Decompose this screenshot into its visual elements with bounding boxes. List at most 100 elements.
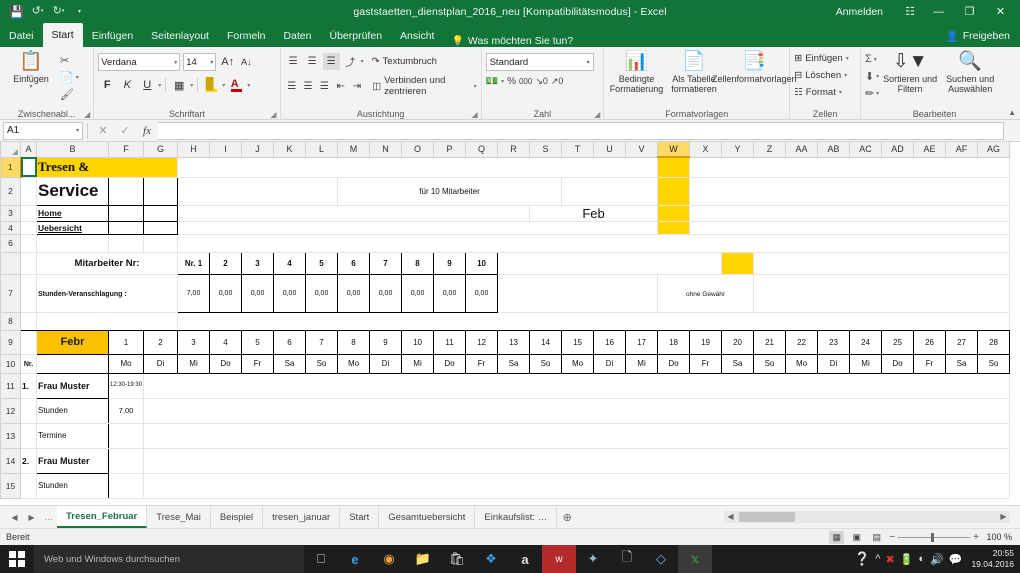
cell-emp1-stunden-value[interactable]: 7,00 — [107, 397, 145, 424]
help-icon[interactable]: ❔ — [854, 551, 870, 567]
borders-button[interactable]: ▦ — [170, 76, 188, 94]
taskbar-search-input[interactable]: Web und Windows durchsuchen — [34, 545, 304, 573]
cell-A2[interactable] — [20, 176, 37, 206]
col-header-U[interactable]: U — [593, 142, 627, 158]
cell-nr-1[interactable]: Nr. 1 — [177, 251, 211, 275]
bold-button[interactable]: F — [98, 76, 116, 94]
cell-day-12[interactable]: 12 — [465, 329, 499, 355]
cell-B10[interactable] — [36, 353, 109, 374]
app-icon[interactable]: ✦ — [576, 545, 610, 573]
chevron-down-icon[interactable]: ▾ — [158, 82, 161, 89]
fill-color-button[interactable]: █ — [202, 76, 220, 94]
select-all-corner[interactable] — [0, 142, 21, 158]
row-header-6[interactable]: 6 — [0, 233, 21, 253]
horizontal-scrollbar[interactable]: ◀ ▶ — [724, 511, 1020, 523]
cell-emp2-name[interactable]: Frau Muster — [36, 447, 109, 474]
col-header-L[interactable]: L — [305, 142, 339, 158]
amazon-icon[interactable]: a — [508, 545, 542, 573]
align-top-button[interactable]: ☰ — [285, 53, 302, 70]
cell-home-link[interactable]: Home — [36, 204, 109, 222]
cell-nr-5[interactable]: 5 — [305, 251, 339, 275]
sheet-tab-beispiel[interactable]: Beispiel — [211, 506, 264, 528]
col-header-S[interactable]: S — [529, 142, 563, 158]
cell-A6[interactable] — [20, 233, 37, 253]
edge-icon[interactable]: e — [338, 545, 372, 573]
cell-tresen-title[interactable]: Tresen & — [35, 156, 179, 178]
chevron-down-icon[interactable]: ▾ — [247, 82, 250, 89]
cell-row1-right[interactable] — [689, 156, 1011, 178]
row-header-13[interactable]: 13 — [0, 422, 21, 449]
insert-function-button[interactable]: fx — [136, 125, 158, 137]
cell-emp1-termine-label[interactable]: Termine — [36, 422, 109, 449]
cell-wd-21[interactable]: So — [753, 353, 787, 374]
col-header-AD[interactable]: AD — [881, 142, 915, 158]
cell-nr-8[interactable]: 8 — [401, 251, 435, 275]
wifi-icon[interactable]: ◐ — [918, 553, 925, 565]
merge-center-button[interactable]: ◫ Verbinden und zentrieren ▾ — [372, 75, 477, 97]
row-header-7[interactable]: 7 — [0, 273, 21, 313]
cell-G3[interactable] — [143, 204, 179, 222]
taskbar-clock[interactable]: 20:55 19.04.2016 — [967, 548, 1014, 569]
cell-day-27[interactable]: 27 — [945, 329, 979, 355]
cell-emp1-stunden-nr[interactable] — [20, 397, 37, 424]
tab-daten[interactable]: Daten — [274, 25, 320, 47]
row-header-9[interactable]: 9 — [0, 329, 21, 355]
ribbon-display-options-icon[interactable]: ☷ — [897, 5, 923, 18]
col-header-T[interactable]: T — [561, 142, 595, 158]
battery-icon[interactable]: 🔋 — [900, 553, 914, 566]
zoom-out-button[interactable]: − — [889, 532, 895, 543]
cell-row3-mid[interactable] — [177, 204, 531, 222]
page-layout-icon[interactable]: ▣ — [849, 531, 864, 544]
minimize-button[interactable]: — — [923, 0, 954, 23]
dropbox-icon[interactable]: ❖ — [474, 545, 508, 573]
cell-B6[interactable] — [36, 233, 109, 253]
col-header-K[interactable]: K — [273, 142, 307, 158]
fill-button[interactable]: ⬇ ▾ — [865, 68, 879, 84]
cell-day-24[interactable]: 24 — [849, 329, 883, 355]
thousands-format-button[interactable]: 000 — [519, 77, 532, 86]
cell-wd-10[interactable]: Mi — [401, 353, 435, 374]
cell-wd-23[interactable]: Di — [817, 353, 851, 374]
cell-day-10[interactable]: 10 — [401, 329, 435, 355]
cell-day-15[interactable]: 15 — [561, 329, 595, 355]
row-header-3[interactable]: 3 — [0, 204, 21, 222]
more-sheets-icon[interactable]: … — [40, 513, 57, 522]
cell-F4[interactable] — [107, 220, 145, 235]
tab-start[interactable]: Start — [42, 23, 83, 47]
cell-wd-19[interactable]: Fr — [689, 353, 723, 374]
show-hidden-icons-icon[interactable]: ^ — [875, 553, 880, 565]
cell-hours-2[interactable]: 0,00 — [209, 273, 243, 313]
row-header-1[interactable]: 1 — [0, 156, 22, 178]
cell-hours-right[interactable] — [753, 273, 1011, 313]
col-header-O[interactable]: O — [401, 142, 435, 158]
signin-label[interactable]: Anmelden — [836, 6, 883, 18]
vlc-icon[interactable]: ◇ — [644, 545, 678, 573]
cell-wd-26[interactable]: Fr — [913, 353, 947, 374]
collapse-ribbon-button[interactable]: ▲ — [1008, 108, 1020, 119]
col-header-J[interactable]: J — [241, 142, 275, 158]
cell-hours-6[interactable]: 0,00 — [337, 273, 371, 313]
row-header-15[interactable]: 15 — [0, 472, 21, 499]
row-header-14[interactable]: 14 — [0, 447, 21, 474]
chrome-icon[interactable]: ◉ — [372, 545, 406, 573]
cell-nr-10[interactable]: 10 — [465, 251, 499, 275]
cell-day-4[interactable]: 4 — [209, 329, 243, 355]
increase-decimal-button[interactable]: ↘0 — [535, 76, 548, 87]
prev-sheet-icon[interactable]: ◀ — [6, 513, 23, 522]
row-header-12[interactable]: 12 — [0, 397, 21, 424]
row-header-11[interactable]: 11 — [0, 372, 21, 399]
zoom-slider[interactable]: − + — [889, 532, 979, 543]
align-left-button[interactable]: ☰ — [285, 78, 299, 95]
volume-icon[interactable]: 🔊 — [930, 553, 944, 566]
cell-wd-4[interactable]: Do — [209, 353, 243, 374]
cell-wd-7[interactable]: So — [305, 353, 339, 374]
sheet-tab-einkaufsliste[interactable]: Einkaufslist: … — [475, 506, 558, 528]
cell-emp1-termine-value[interactable] — [107, 422, 145, 449]
cell-day-18[interactable]: 18 — [657, 329, 691, 355]
chevron-down-icon[interactable]: ▾ — [361, 58, 364, 65]
align-center-button[interactable]: ☰ — [301, 78, 315, 95]
cell-day-22[interactable]: 22 — [785, 329, 819, 355]
cell-day-13[interactable]: 13 — [497, 329, 531, 355]
task-view-icon[interactable]: ⎕ — [304, 545, 338, 573]
name-box[interactable]: A1 ▾ — [3, 121, 83, 140]
